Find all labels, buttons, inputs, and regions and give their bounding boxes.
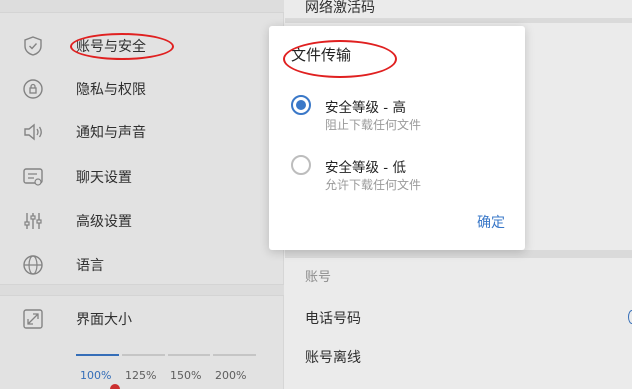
radio-unchecked-icon[interactable]	[291, 155, 311, 175]
security-level-low-option[interactable]: 安全等级 - 低 允许下载任何文件	[291, 152, 511, 196]
option-title: 安全等级 - 低	[325, 160, 406, 176]
security-level-high-option[interactable]: 安全等级 - 高 阻止下载任何文件	[291, 92, 511, 136]
file-transfer-dialog: 文件传输 安全等级 - 高 阻止下载任何文件 安全等级 - 低 允许下载任何文件…	[269, 26, 525, 250]
option-subtitle: 允许下载任何文件	[325, 178, 422, 192]
option-title: 安全等级 - 高	[325, 100, 406, 116]
confirm-button[interactable]: 确定	[477, 212, 505, 232]
option-subtitle: 阻止下载任何文件	[325, 118, 422, 132]
radio-checked-icon[interactable]	[291, 95, 311, 115]
dialog-title: 文件传输	[291, 46, 352, 64]
